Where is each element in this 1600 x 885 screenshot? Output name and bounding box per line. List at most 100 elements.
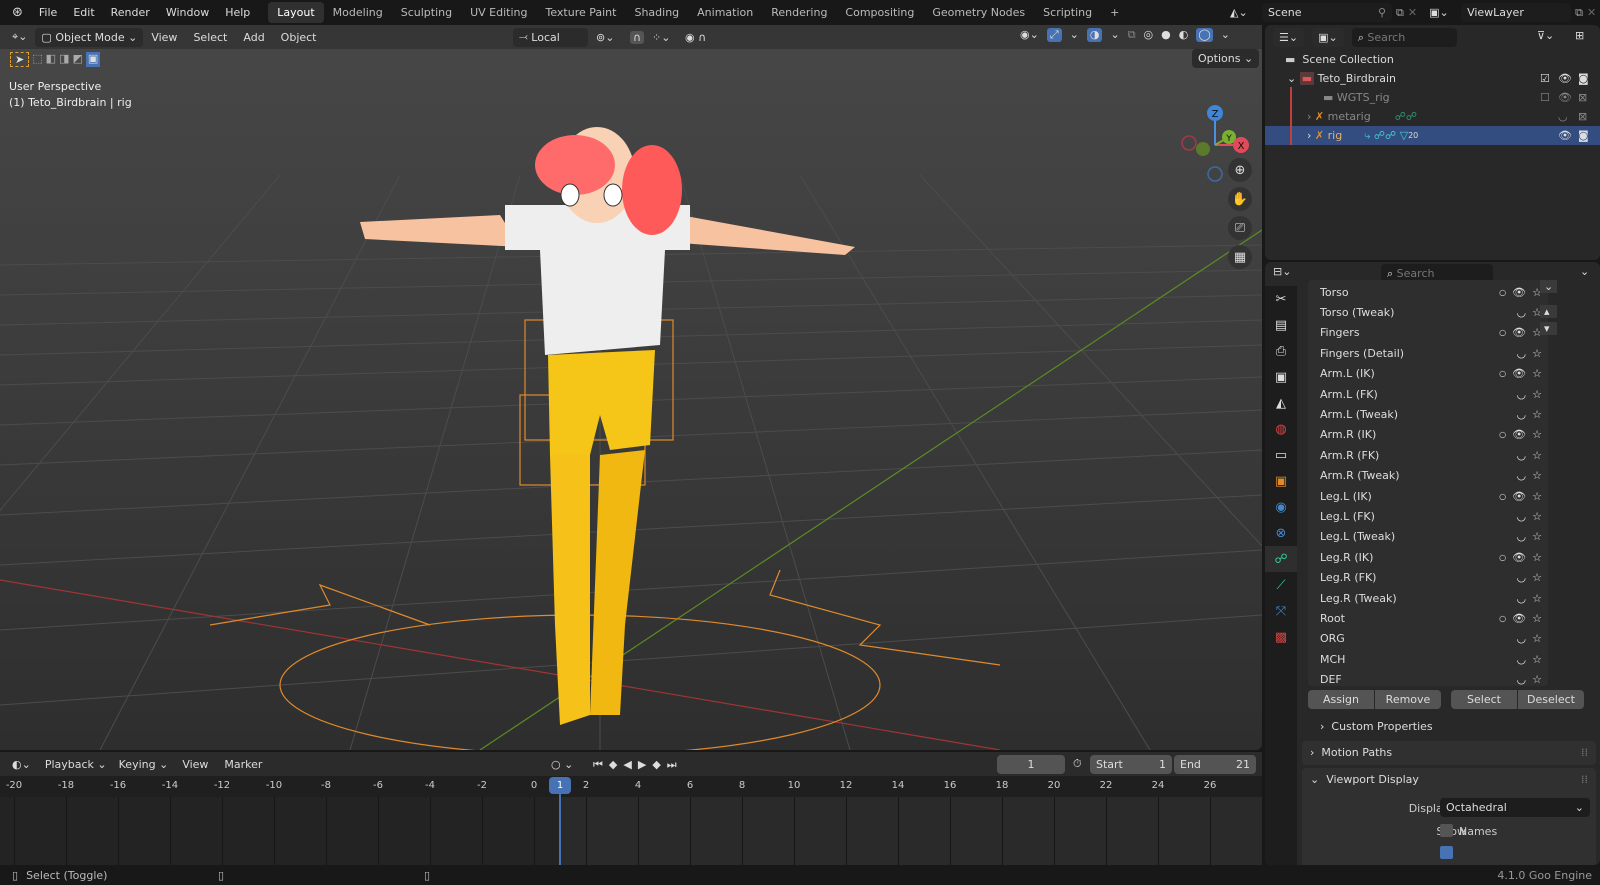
solo-star-icon[interactable]: ☆ [1532, 592, 1542, 605]
mode-dropdown[interactable]: ▢ Object Mode ⌄ [35, 27, 144, 47]
remove-button[interactable]: Remove [1375, 690, 1441, 709]
texture-tab-icon[interactable]: ▩ [1265, 624, 1297, 650]
outliner-item-metarig[interactable]: › ✗ metarig ☍☍ ◡ ⊠ [1265, 107, 1600, 126]
outliner-item-wgts-rig[interactable]: ▬ WGTS_rig ☐ 👁 ⊠ [1265, 88, 1600, 107]
camera-view-icon[interactable]: ⎚ [1228, 216, 1252, 240]
bone-collection-row[interactable]: Torso ○ 👁 ☆ [1308, 282, 1548, 302]
stopwatch-icon[interactable]: ⏱ [1073, 757, 1082, 771]
eye-closed-icon[interactable]: ◡ [1517, 632, 1527, 645]
solo-star-icon[interactable]: ☆ [1532, 347, 1542, 360]
add-workspace-button[interactable]: + [1101, 2, 1128, 23]
bone-collection-row[interactable]: DEF ◡ ☆ [1308, 670, 1548, 690]
tab-geometry-nodes[interactable]: Geometry Nodes [923, 2, 1034, 23]
tab-layout[interactable]: Layout [268, 2, 324, 23]
bone-constraints-tab-icon[interactable]: ⤧ [1265, 598, 1297, 624]
exclude-checkbox[interactable]: ☑ [1540, 72, 1550, 85]
keying-dropdown[interactable]: Keying ⌄ [112, 754, 175, 774]
names-checkbox[interactable] [1440, 824, 1453, 837]
pivot-icon[interactable]: ⊚⌄ [596, 31, 614, 44]
motion-paths-panel[interactable]: › Motion Paths ⁞⁞ [1302, 741, 1596, 765]
eye-closed-icon[interactable]: ◡ [1517, 571, 1527, 584]
outliner-item-rig[interactable]: › ✗ rig ⤷ ☍☍ ▽ 20 👁 ◙ [1265, 126, 1600, 145]
editor-type-icon[interactable]: ◐⌄ [0, 758, 39, 771]
exclude-checkbox[interactable]: ☐ [1540, 91, 1550, 104]
eye-icon[interactable]: 👁 [1512, 326, 1526, 339]
custom-properties-subpanel[interactable]: › Custom Properties [1320, 720, 1433, 733]
camera-icon[interactable]: ◙ [1578, 72, 1589, 85]
physics-tab-icon[interactable]: ◉ [1265, 494, 1297, 520]
collection-menu-icon[interactable]: ⌄ [1540, 280, 1558, 293]
snap-icon[interactable]: ∩ [630, 30, 645, 44]
bone-collection-row[interactable]: Leg.L (IK) ○ 👁 ☆ [1308, 486, 1548, 506]
jump-start-icon[interactable]: ⏮ [593, 758, 603, 772]
solo-star-icon[interactable]: ☆ [1532, 612, 1542, 625]
move-up-icon[interactable]: ▴ [1540, 305, 1558, 318]
solid-shading-icon[interactable]: ● [1161, 28, 1171, 42]
menu-window[interactable]: Window [158, 6, 217, 19]
outliner-scene-collection[interactable]: ▬ Scene Collection [1265, 50, 1600, 69]
tab-shading[interactable]: Shading [625, 2, 688, 23]
transform-orientation-dropdown[interactable]: ⤙ Local [513, 27, 588, 47]
blender-logo-icon[interactable]: ⊛ [0, 5, 31, 20]
bone-collection-row[interactable]: Leg.L (Tweak) ◡ ☆ [1308, 527, 1548, 547]
shapes-checkbox[interactable] [1440, 846, 1453, 859]
select-intersect-icon[interactable]: ▣ [85, 52, 101, 67]
snap-target-icon[interactable]: ⁘⌄ [652, 31, 670, 44]
eye-closed-icon[interactable]: ◡ [1517, 510, 1527, 523]
bone-collection-row[interactable]: Fingers (Detail) ◡ ☆ [1308, 343, 1548, 363]
view-layer-icon[interactable]: ▣⌄ [1429, 6, 1457, 19]
zoom-icon[interactable]: ⊕ [1228, 158, 1252, 182]
eye-closed-icon[interactable]: ◡ [1517, 592, 1527, 605]
editor-type-icon[interactable]: ⌖⌄ [0, 30, 35, 44]
viewport-display-header[interactable]: ⌄ Viewport Display ⁞⁞ [1310, 773, 1588, 786]
bone-collection-row[interactable]: MCH ◡ ☆ [1308, 649, 1548, 669]
eye-closed-icon[interactable]: ◡ [1517, 653, 1527, 666]
bone-collection-row[interactable]: Arm.R (FK) ◡ ☆ [1308, 445, 1548, 465]
expand-chevron-icon[interactable]: › [1307, 129, 1315, 142]
bone-collection-row[interactable]: Arm.R (IK) ○ 👁 ☆ [1308, 425, 1548, 445]
eye-closed-icon[interactable]: ◡ [1517, 388, 1527, 401]
filter-icon[interactable]: ⊽⌄ [1537, 29, 1554, 42]
eye-icon[interactable]: 👁 [1512, 367, 1526, 380]
assign-button[interactable]: Assign [1308, 690, 1374, 709]
eye-closed-icon[interactable]: ◡ [1517, 306, 1527, 319]
overlay-dropdown-icon[interactable]: ⌄ [1110, 28, 1119, 42]
options-dropdown[interactable]: Options ⌄ [1192, 49, 1260, 68]
delete-view-layer-icon[interactable]: ✕ [1587, 6, 1596, 19]
solo-star-icon[interactable]: ☆ [1532, 490, 1542, 503]
properties-options-icon[interactable]: ⌄ [1580, 265, 1589, 278]
pin-icon[interactable]: ⚲ [1378, 6, 1386, 19]
armature-data-tab-icon[interactable]: ☍ [1265, 546, 1297, 572]
expand-chevron-icon[interactable]: › [1307, 110, 1315, 123]
collection-tab-icon[interactable]: ▭ [1265, 442, 1297, 468]
solo-star-icon[interactable]: ☆ [1532, 632, 1542, 645]
tab-texture-paint[interactable]: Texture Paint [536, 2, 625, 23]
xray-icon[interactable]: ⧉ [1128, 28, 1136, 42]
current-frame-field[interactable]: 1 [997, 755, 1065, 774]
drag-handle-icon[interactable]: ⁞⁞ [1581, 773, 1588, 786]
solo-star-icon[interactable]: ☆ [1532, 428, 1542, 441]
select-extend-icon[interactable]: ◧ [46, 52, 56, 67]
eye-closed-icon[interactable]: ◡ [1517, 469, 1527, 482]
move-down-icon[interactable]: ▾ [1540, 322, 1558, 335]
bone-collection-row[interactable]: Arm.L (IK) ○ 👁 ☆ [1308, 364, 1548, 384]
solo-star-icon[interactable]: ☆ [1532, 673, 1542, 686]
eye-closed-icon[interactable]: ◡ [1517, 347, 1527, 360]
tab-scripting[interactable]: Scripting [1034, 2, 1101, 23]
deselect-button[interactable]: Deselect [1518, 690, 1584, 709]
outliner-filter-view-icon[interactable]: ▣⌄ [1312, 28, 1344, 47]
bone-collection-row[interactable]: ORG ◡ ☆ [1308, 629, 1548, 649]
eye-icon[interactable]: 👁 [1512, 612, 1526, 625]
eye-icon[interactable]: 👁 [1512, 490, 1526, 503]
bone-collection-row[interactable]: Arm.L (FK) ◡ ☆ [1308, 384, 1548, 404]
select-subtract-icon[interactable]: ◨ [59, 52, 69, 67]
bone-collection-row[interactable]: Leg.L (FK) ◡ ☆ [1308, 506, 1548, 526]
solo-star-icon[interactable]: ☆ [1532, 408, 1542, 421]
select-tool-icon[interactable]: ➤ [10, 52, 30, 67]
play-reverse-icon[interactable]: ◀ [623, 758, 631, 771]
bone-collection-row[interactable]: Torso (Tweak) ◡ ☆ [1308, 302, 1548, 322]
properties-editor-type-icon[interactable]: ⊟⌄ [1273, 265, 1291, 278]
visibility-icon[interactable]: ◉⌄ [1020, 28, 1039, 42]
outliner-search-input[interactable]: ⌕ Search [1351, 28, 1457, 47]
new-scene-icon[interactable]: ⧉ [1396, 6, 1404, 20]
